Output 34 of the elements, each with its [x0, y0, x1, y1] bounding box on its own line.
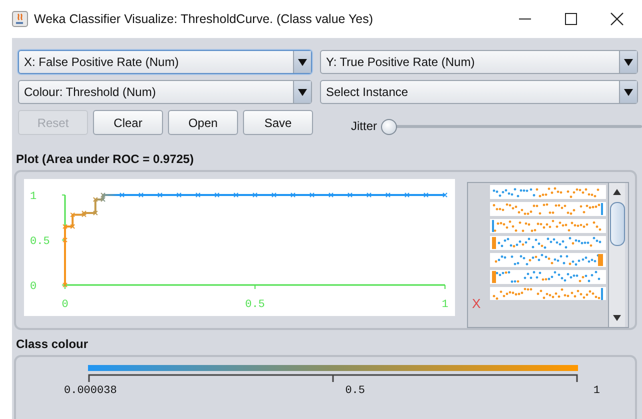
- button[interactable]: Clear: [93, 110, 163, 135]
- dropdown[interactable]: X: False Positive Rate (Num): [18, 50, 312, 74]
- scrollbar[interactable]: [608, 183, 625, 327]
- app-icon: [12, 11, 28, 27]
- x-tick-label: 0.5: [245, 299, 265, 311]
- attribute-strips-drawing[interactable]: [490, 185, 606, 300]
- scroll-down-icon[interactable]: [613, 315, 621, 321]
- jitter-label: Jitter: [351, 118, 378, 132]
- mid-value-label: 0.5: [345, 385, 365, 397]
- dropdown[interactable]: Select Instance: [320, 80, 638, 104]
- close-icon[interactable]: [610, 12, 624, 26]
- y-tick-label: 0.5: [30, 236, 50, 248]
- slider-thumb[interactable]: [381, 118, 398, 134]
- y-tick-label: 1: [30, 191, 37, 203]
- marker-label: X: [472, 296, 481, 311]
- plot-title: Plot (Area under ROC = 0.9725): [16, 152, 195, 166]
- class-colour-title: Class colour: [16, 337, 90, 351]
- dropdown-arrow-icon: [624, 58, 633, 66]
- button[interactable]: Open: [168, 110, 238, 135]
- x-tick-label: 0: [62, 299, 68, 311]
- dropdown-arrow-icon: [298, 58, 307, 66]
- window-title: Weka Classifier Visualize: ThresholdCurve. (Class value Yes): [34, 12, 374, 26]
- dropdown-arrow-icon: [624, 88, 633, 96]
- jitter-slider[interactable]: [381, 118, 642, 134]
- maximize-icon[interactable]: [564, 12, 578, 26]
- min-value-label: 0.000038: [64, 385, 117, 397]
- x-tick-label: 1: [442, 299, 448, 311]
- y-tick-label: 0: [30, 281, 37, 293]
- max-value-label: 1: [593, 385, 600, 397]
- button[interactable]: Save: [243, 110, 313, 135]
- scroll-up-icon[interactable]: [613, 189, 621, 195]
- dropdown-arrow-icon: [298, 88, 307, 96]
- dropdown[interactable]: Y: True Positive Rate (Num): [320, 50, 638, 74]
- dropdown[interactable]: Colour: Threshold (Num): [18, 80, 312, 104]
